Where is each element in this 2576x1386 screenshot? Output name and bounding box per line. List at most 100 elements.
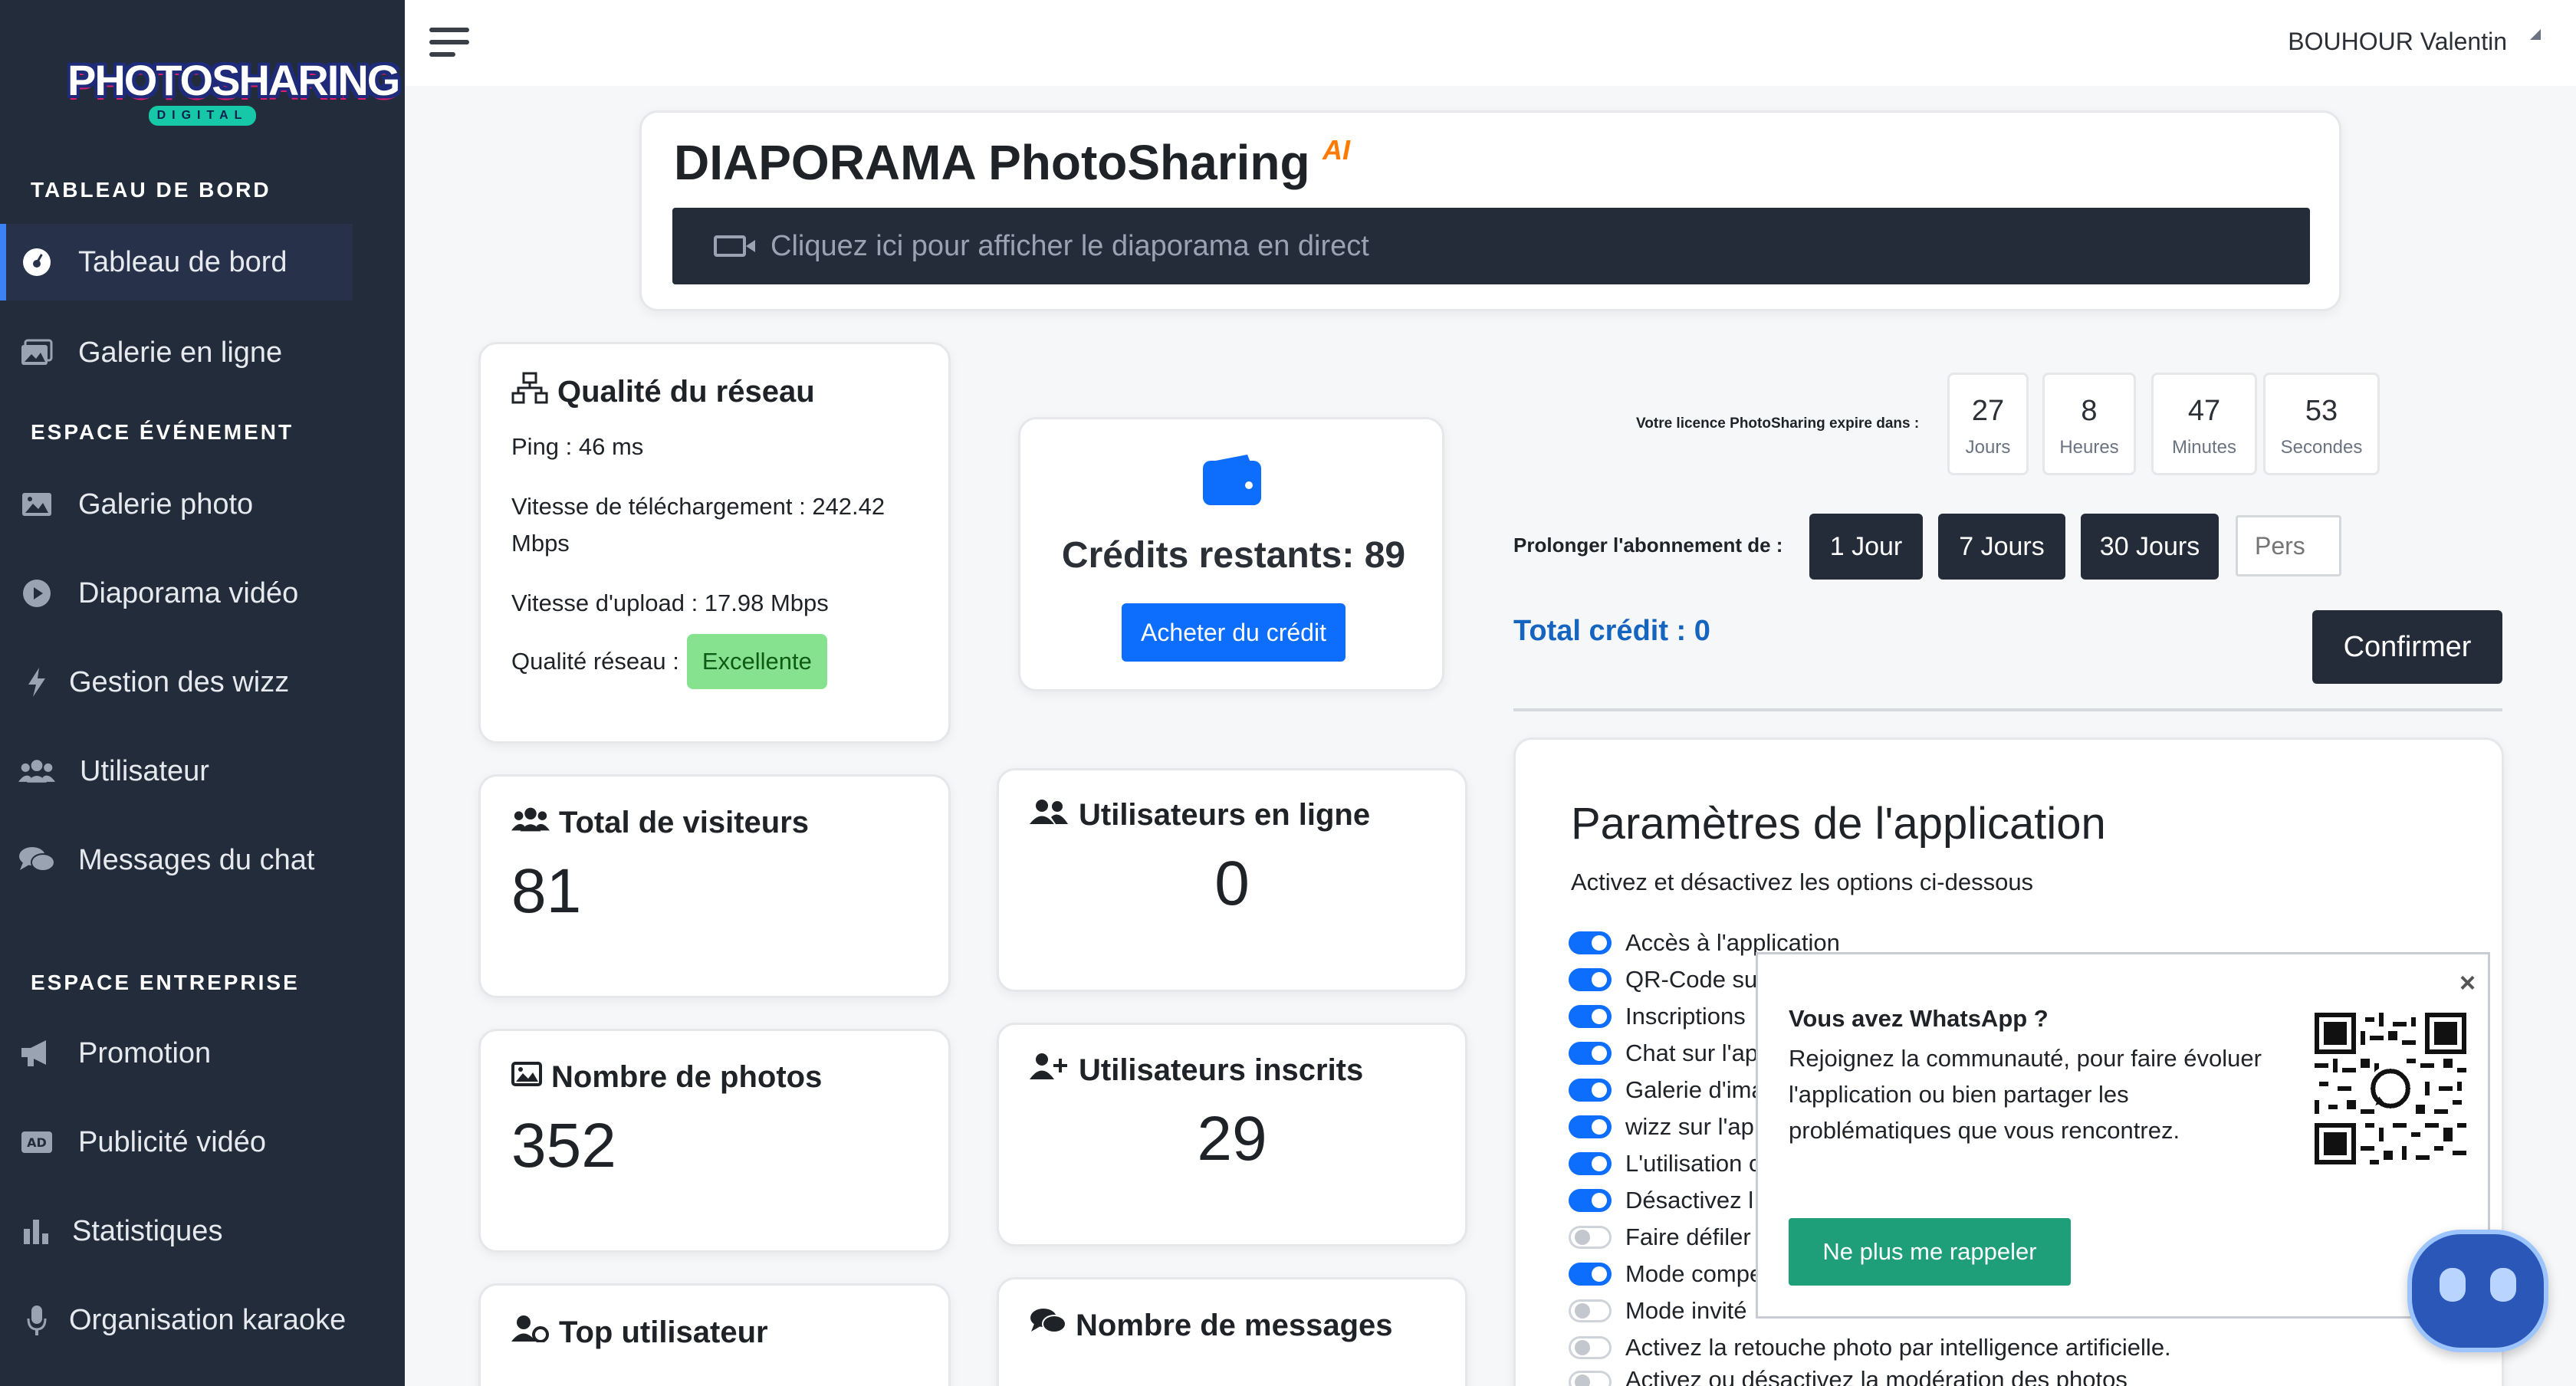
toggle-switch[interactable] <box>1569 1189 1612 1212</box>
sidebar-item-online-gallery[interactable]: Galerie en ligne <box>0 314 405 391</box>
popup-title: Vous avez WhatsApp ? <box>1789 1005 2049 1032</box>
whatsapp-popup: × Vous avez WhatsApp ? Rejoignez la comm… <box>1756 952 2490 1319</box>
diaporama-live-button[interactable]: Cliquez ici pour afficher le diaporama e… <box>672 208 2310 284</box>
download-text: Vitesse de téléchargement : 242.42 <box>511 493 886 520</box>
countdown-hours: 8 Heures <box>2042 373 2136 475</box>
brand-sub: DIGITAL <box>149 106 256 126</box>
toggle-switch[interactable] <box>1569 1079 1612 1102</box>
toggle-registrations[interactable]: Inscriptions <box>1569 1001 1746 1032</box>
comments-icon <box>1030 1307 1066 1344</box>
dashboard-icon <box>18 244 55 281</box>
top-bar <box>405 0 2576 86</box>
top-user-title: Top utilisateur <box>559 1315 768 1349</box>
settings-subtitle: Activez et désactivez les options ci-des… <box>1571 869 2034 895</box>
sidebar-item-label: Gestion des wizz <box>69 665 290 698</box>
toggle-switch[interactable] <box>1569 1152 1612 1175</box>
toggle-gallery[interactable]: Galerie d'ima <box>1569 1075 1765 1105</box>
toggle-photo-moderation[interactable]: Activez ou désactivez la modération des … <box>1569 1366 2128 1386</box>
sidebar-item-label: Utilisateur <box>80 754 209 787</box>
sidebar-item-users[interactable]: Utilisateur <box>0 733 405 810</box>
sidebar-item-statistics[interactable]: Statistiques <box>0 1193 405 1269</box>
sidebar-item-promotion[interactable]: Promotion <box>0 1015 405 1092</box>
microphone-icon <box>18 1302 55 1338</box>
toggle-switch[interactable] <box>1569 1042 1612 1065</box>
toggle-competition-mode[interactable]: Mode compe <box>1569 1259 1763 1289</box>
brand-logo[interactable]: PHOTOSHARING DIGITAL <box>67 55 400 129</box>
toggle-switch[interactable] <box>1569 1371 1612 1386</box>
dont-remind-button[interactable]: Ne plus me rappeler <box>1789 1218 2071 1286</box>
sidebar-item-label: Diaporama vidéo <box>78 576 299 609</box>
sidebar-item-label: Organisation karaoke <box>69 1303 347 1336</box>
sidebar-item-video-ad[interactable]: AD Publicité vidéo <box>0 1104 405 1181</box>
upload-text: Vitesse d'upload : 17.98 Mbps <box>511 590 829 616</box>
chart-bar-icon <box>18 1213 55 1250</box>
confirm-button[interactable]: Confirmer <box>2312 610 2502 684</box>
divider <box>1513 708 2502 711</box>
user-menu-caret-icon[interactable] <box>2530 29 2541 40</box>
sidebar-item-chat-messages[interactable]: Messages du chat <box>0 822 405 898</box>
network-quality-card: Qualité du réseau Ping : 46 ms Vitesse d… <box>478 342 951 744</box>
extend-7-days-button[interactable]: 7 Jours <box>1938 514 2065 580</box>
toggle-chat[interactable]: Chat sur l'ap <box>1569 1038 1758 1069</box>
messages-count-card: Nombre de messages <box>997 1277 1467 1386</box>
buy-credit-button[interactable]: Acheter du crédit <box>1122 603 1346 662</box>
toggle-disable[interactable]: Désactivez l <box>1569 1185 1753 1216</box>
section-company: ESPACE ENTREPRISE <box>31 971 300 994</box>
toggle-ai-retouch[interactable]: Activez la retouche photo par intelligen… <box>1569 1332 2171 1363</box>
toggle-switch[interactable] <box>1569 1336 1612 1359</box>
extend-1-day-button[interactable]: 1 Jour <box>1809 514 1923 580</box>
images-icon <box>18 334 55 371</box>
menu-toggle-icon[interactable] <box>429 28 469 58</box>
section-event: ESPACE ÉVÉNEMENT <box>31 420 294 444</box>
toggle-switch[interactable] <box>1569 968 1612 991</box>
sidebar-item-wizz[interactable]: Gestion des wizz <box>0 644 405 721</box>
sidebar: PHOTOSHARING DIGITAL TABLEAU DE BORD Tab… <box>0 0 405 1386</box>
brand-name: PHOTOSHARING <box>67 56 400 104</box>
ping-text: Ping : 46 ms <box>511 433 644 460</box>
toggle-wizz[interactable]: wizz sur l'ap <box>1569 1112 1754 1142</box>
total-visitors-card: Total de visiteurs 81 <box>478 774 951 998</box>
sidebar-item-video-slideshow[interactable]: Diaporama vidéo <box>0 555 405 632</box>
users-icon <box>511 806 550 840</box>
toggle-switch[interactable] <box>1569 1115 1612 1138</box>
custom-days-input[interactable] <box>2236 515 2341 576</box>
network-title: Qualité du réseau <box>511 372 918 412</box>
toggle-switch[interactable] <box>1569 1263 1612 1286</box>
bot-eye-icon <box>2490 1268 2516 1302</box>
toggle-guest-mode[interactable]: Mode invité <box>1569 1296 1747 1326</box>
ad-icon: AD <box>18 1124 55 1161</box>
play-icon <box>18 575 55 612</box>
user-name[interactable]: BOUHOUR Valentin <box>2288 28 2507 56</box>
toggle-switch[interactable] <box>1569 1005 1612 1028</box>
sidebar-item-karaoke[interactable]: Organisation karaoke <box>0 1282 405 1358</box>
toggle-switch[interactable] <box>1569 931 1612 954</box>
sidebar-item-label: Statistiques <box>72 1214 223 1247</box>
sidebar-item-dashboard[interactable]: Tableau de bord <box>0 224 353 301</box>
extend-label: Prolonger l'abonnement de : <box>1513 534 1783 557</box>
close-icon[interactable]: × <box>2459 967 2476 999</box>
toggle-switch[interactable] <box>1569 1299 1612 1322</box>
toggle-switch[interactable] <box>1569 1226 1612 1249</box>
countdown-days: 27 Jours <box>1947 373 2029 475</box>
photos-count-title: Nombre de photos <box>551 1060 823 1094</box>
wallet-icon <box>1201 453 1263 511</box>
toggle-usage[interactable]: L'utilisation c <box>1569 1148 1761 1179</box>
sidebar-item-label: Galerie photo <box>78 488 254 521</box>
ai-badge: AI <box>1322 134 1350 166</box>
toggle-qr-code[interactable]: QR-Code su <box>1569 964 1757 995</box>
registered-users-value: 29 <box>1197 1104 1267 1174</box>
extend-30-days-button[interactable]: 30 Jours <box>2081 514 2219 580</box>
top-user-card: Top utilisateur <box>478 1283 951 1386</box>
photos-count-card: Nombre de photos 352 <box>478 1029 951 1253</box>
comments-icon <box>18 842 55 879</box>
toggle-scroll[interactable]: Faire défiler <box>1569 1222 1751 1253</box>
quality-label: Qualité réseau : <box>511 648 679 675</box>
user-friends-icon <box>1030 799 1070 833</box>
sidebar-item-photo-gallery[interactable]: Galerie photo <box>0 466 405 543</box>
chatbot-button[interactable] <box>2407 1230 2548 1352</box>
image-icon <box>18 486 55 523</box>
total-visitors-title: Total de visiteurs <box>559 806 810 839</box>
bolt-icon <box>18 664 55 701</box>
popup-text: Rejoignez la communauté, pour faire évol… <box>1789 1045 2262 1144</box>
image-icon <box>511 1061 542 1094</box>
